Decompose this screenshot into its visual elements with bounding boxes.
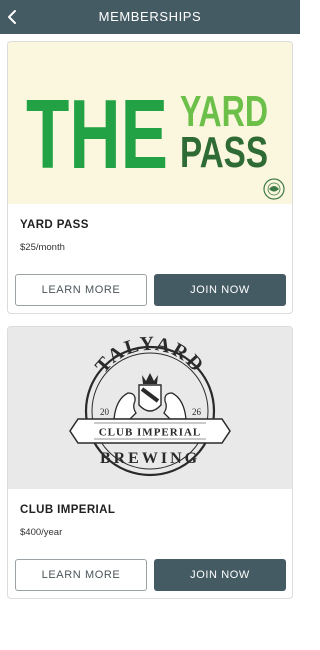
- club-imperial-logo-image: TALYARD 20 26 CLUB IMPERIAL BREWING: [8, 327, 292, 489]
- logo-word-the: THE: [26, 79, 168, 189]
- logo-year-right: 26: [192, 407, 202, 417]
- membership-name: YARD PASS: [20, 219, 89, 231]
- logo-year-left: 20: [100, 407, 110, 417]
- membership-price: $25/month: [20, 242, 65, 253]
- small-seal-icon: [263, 178, 285, 200]
- crest-icon: [113, 373, 187, 420]
- logo-word-talyard: TALYARD: [91, 333, 209, 378]
- yard-pass-logo-image: THE YARD PASS: [8, 42, 292, 204]
- logo-word-club-imperial: CLUB IMPERIAL: [99, 427, 202, 439]
- join-now-button[interactable]: JOIN NOW: [154, 274, 286, 306]
- learn-more-button[interactable]: LEARN MORE: [15, 559, 147, 591]
- membership-card-yard-pass: THE YARD PASS YARD PASS $25/month LEARN …: [7, 41, 293, 314]
- logo-word-pass: PASS: [180, 128, 268, 177]
- membership-name: CLUB IMPERIAL: [20, 504, 116, 516]
- membership-price: $400/year: [20, 527, 63, 538]
- app-header: MEMBERSHIPS: [0, 0, 300, 34]
- join-now-button[interactable]: JOIN NOW: [154, 559, 286, 591]
- page-title: MEMBERSHIPS: [98, 9, 202, 24]
- membership-card-club-imperial: TALYARD 20 26 CLUB IMPERIAL BREWING CLUB…: [7, 326, 293, 599]
- learn-more-button[interactable]: LEARN MORE: [15, 274, 147, 306]
- logo-word-brewing: BREWING: [100, 450, 200, 467]
